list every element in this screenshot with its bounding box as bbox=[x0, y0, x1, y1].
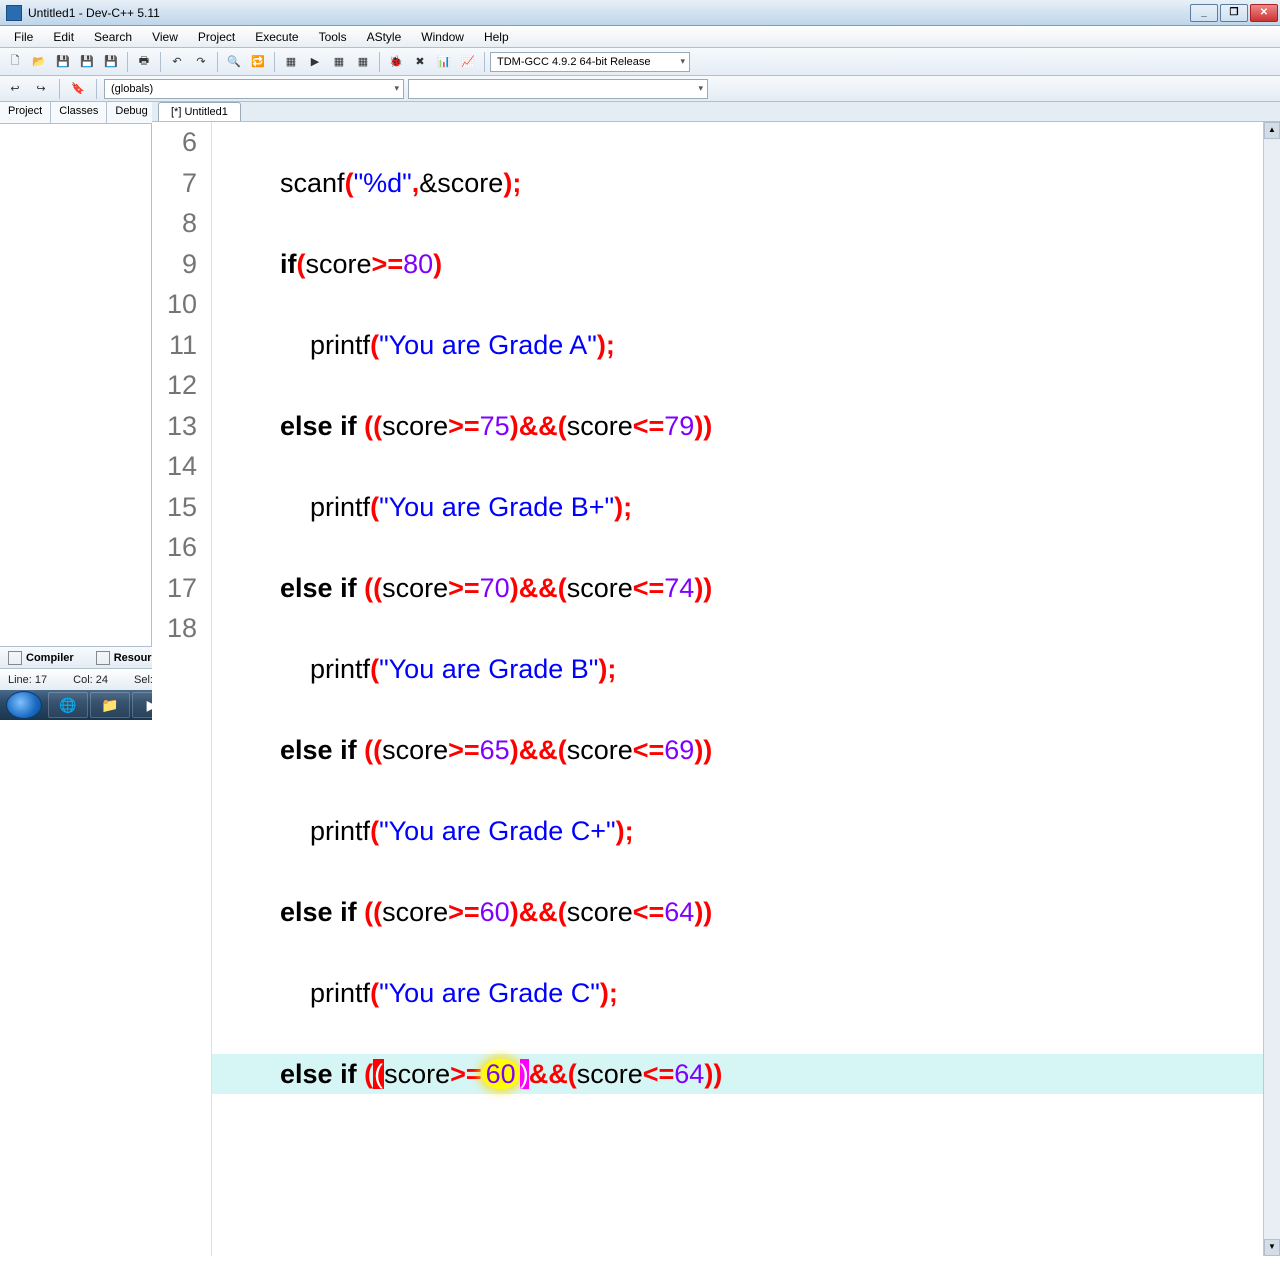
profile2-icon[interactable]: 📈 bbox=[457, 51, 479, 73]
member-select[interactable] bbox=[408, 79, 708, 99]
profile-icon[interactable]: 📊 bbox=[433, 51, 455, 73]
tab-classes[interactable]: Classes bbox=[51, 102, 107, 123]
editor-tab-untitled[interactable]: [*] Untitled1 bbox=[158, 102, 241, 121]
menu-view[interactable]: View bbox=[142, 28, 188, 46]
app-icon bbox=[6, 5, 22, 21]
run-icon[interactable]: ▶ bbox=[304, 51, 326, 73]
rebuild-icon[interactable]: ▦ bbox=[352, 51, 374, 73]
open-file-icon[interactable]: 📂 bbox=[28, 51, 50, 73]
line-gutter: 678 91011 121314 151617 18 bbox=[152, 122, 212, 1256]
menu-search[interactable]: Search bbox=[84, 28, 142, 46]
redo-icon[interactable]: ↷ bbox=[190, 51, 212, 73]
status-col: Col: 24 bbox=[65, 674, 126, 686]
undo-icon[interactable]: ↶ bbox=[166, 51, 188, 73]
compile-run-icon[interactable]: ▦ bbox=[328, 51, 350, 73]
tab-debug[interactable]: Debug bbox=[107, 102, 156, 123]
taskbar-explorer-icon[interactable]: 📁 bbox=[90, 692, 130, 718]
project-panel: Project Classes Debug bbox=[0, 102, 152, 646]
scroll-up-icon[interactable]: ▲ bbox=[1264, 122, 1280, 139]
close-button[interactable]: ✕ bbox=[1250, 4, 1278, 22]
stop-icon[interactable]: ✖ bbox=[409, 51, 431, 73]
menu-astyle[interactable]: AStyle bbox=[357, 28, 412, 46]
window-titlebar: Untitled1 - Dev-C++ 5.11 _ ❐ ✕ bbox=[0, 0, 1280, 26]
save-icon[interactable]: 💾 bbox=[52, 51, 74, 73]
menu-project[interactable]: Project bbox=[188, 28, 245, 46]
print-icon[interactable]: 🖶 bbox=[133, 51, 155, 73]
goto-fwd-icon[interactable]: ↪ bbox=[30, 78, 52, 100]
menu-file[interactable]: File bbox=[4, 28, 43, 46]
menu-bar: File Edit Search View Project Execute To… bbox=[0, 26, 1280, 48]
maximize-button[interactable]: ❐ bbox=[1220, 4, 1248, 22]
taskbar-ie-icon[interactable]: 🌐 bbox=[48, 692, 88, 718]
window-title: Untitled1 - Dev-C++ 5.11 bbox=[28, 6, 1190, 20]
vertical-scrollbar[interactable]: ▲ ▼ bbox=[1263, 122, 1280, 1256]
minimize-button[interactable]: _ bbox=[1190, 4, 1218, 22]
save-all-icon[interactable]: 💾 bbox=[76, 51, 98, 73]
code-area[interactable]: scanf("%d",&score); if(score>=80) printf… bbox=[212, 122, 1263, 1256]
save-as-icon[interactable]: 💾 bbox=[100, 51, 122, 73]
scope-select[interactable]: (globals) bbox=[104, 79, 404, 99]
start-button[interactable] bbox=[6, 691, 42, 719]
bookmark-icon[interactable]: 🔖 bbox=[67, 78, 89, 100]
replace-icon[interactable]: 🔁 bbox=[247, 51, 269, 73]
menu-edit[interactable]: Edit bbox=[43, 28, 84, 46]
tab-compiler[interactable]: Compiler bbox=[2, 649, 80, 667]
menu-tools[interactable]: Tools bbox=[309, 28, 357, 46]
class-toolbar: ↩ ↪ 🔖 (globals) bbox=[0, 76, 1280, 102]
debug-icon[interactable]: 🐞 bbox=[385, 51, 407, 73]
compile-icon[interactable]: ▦ bbox=[280, 51, 302, 73]
menu-help[interactable]: Help bbox=[474, 28, 519, 46]
compiler-profile-select[interactable]: TDM-GCC 4.9.2 64-bit Release bbox=[490, 52, 690, 72]
find-icon[interactable]: 🔍 bbox=[223, 51, 245, 73]
scroll-down-icon[interactable]: ▼ bbox=[1264, 1239, 1280, 1256]
status-line: Line: 17 bbox=[0, 674, 65, 686]
tab-project[interactable]: Project bbox=[0, 102, 51, 123]
main-toolbar: 🗋 📂 💾 💾 💾 🖶 ↶ ↷ 🔍 🔁 ▦ ▶ ▦ ▦ 🐞 ✖ 📊 📈 TDM-… bbox=[0, 48, 1280, 76]
goto-back-icon[interactable]: ↩ bbox=[4, 78, 26, 100]
menu-execute[interactable]: Execute bbox=[245, 28, 308, 46]
code-editor[interactable]: 678 91011 121314 151617 18 scanf("%d",&s… bbox=[152, 122, 1280, 1256]
new-file-icon[interactable]: 🗋 bbox=[4, 51, 26, 73]
menu-window[interactable]: Window bbox=[411, 28, 474, 46]
